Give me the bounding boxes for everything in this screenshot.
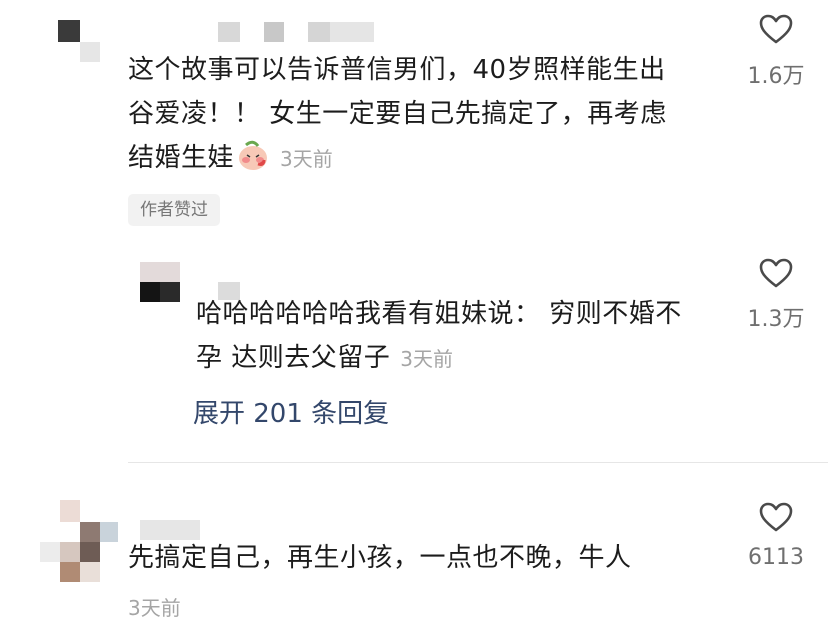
reply-text-fragment: 孕 达则去父留子 xyxy=(196,343,391,373)
comment-time: 3天前 xyxy=(280,147,333,171)
username[interactable] xyxy=(218,22,374,44)
reply-text-line: 孕 达则去父留子 3天前 xyxy=(196,336,682,381)
comment-text-line: 谷爱凌！！ 女生一定要自己先搞定了，再考虑 xyxy=(128,99,667,129)
avatar[interactable] xyxy=(58,20,102,64)
author-liked-badge: 作者赞过 xyxy=(128,194,220,226)
comment-text-line: 这个故事可以告诉普信男们，40岁照样能生出 xyxy=(128,55,666,85)
comment-text-fragment: 结婚生娃 xyxy=(128,143,235,173)
heart-icon[interactable] xyxy=(759,502,793,532)
comment-text-line: 结婚生娃 3天前 xyxy=(128,136,667,181)
divider xyxy=(128,462,828,463)
comment-text-line: 先搞定自己，再生小孩，一点也不晚，牛人 xyxy=(128,543,632,573)
blushing-face-emoji-icon xyxy=(239,140,268,170)
heart-icon[interactable] xyxy=(759,258,793,288)
reply-text-line: 哈哈哈哈哈哈我看有姐妹说： 穷则不婚不 xyxy=(196,299,682,329)
like-count: 1.3万 xyxy=(747,307,805,332)
reply-avatar[interactable] xyxy=(140,262,180,302)
reply-time: 3天前 xyxy=(400,347,453,371)
like-count: 1.6万 xyxy=(747,64,805,89)
comment-time: 3天前 xyxy=(128,596,181,620)
heart-icon[interactable] xyxy=(759,14,793,44)
expand-replies-button[interactable]: 展开 201 条回复 xyxy=(193,393,389,430)
like-count: 6113 xyxy=(748,545,804,570)
avatar[interactable] xyxy=(40,500,120,584)
